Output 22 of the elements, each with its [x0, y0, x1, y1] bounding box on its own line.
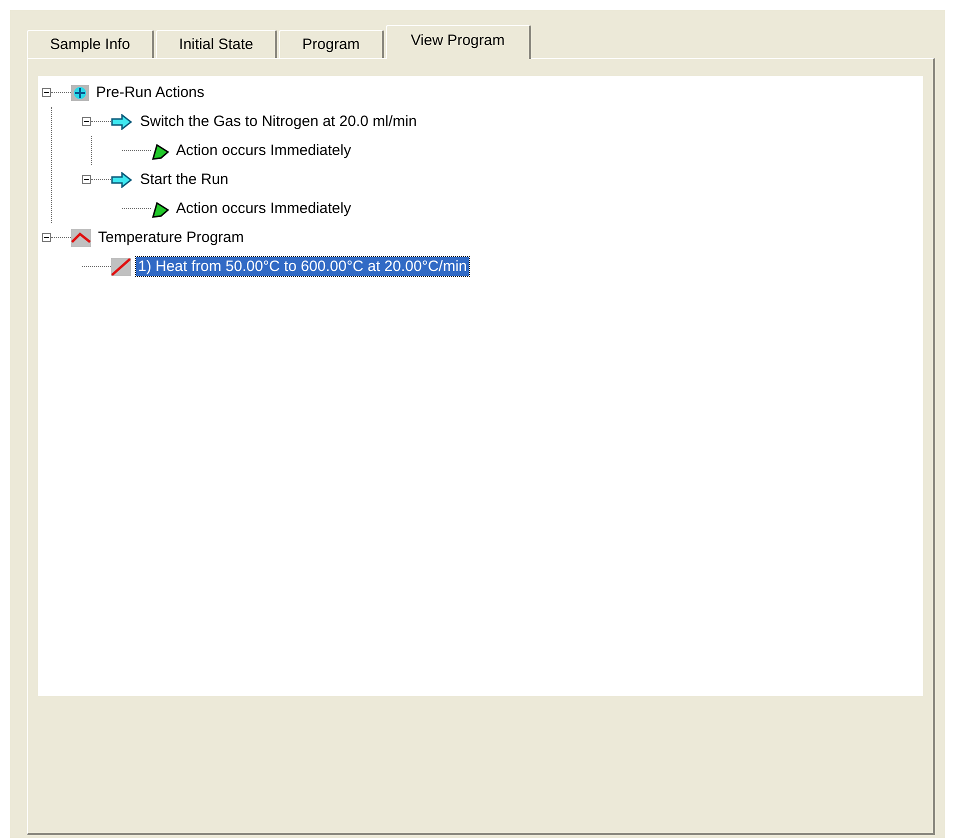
tab[interactable]: View Program: [386, 25, 531, 59]
tab[interactable]: Initial State: [156, 30, 278, 58]
crosshair-icon: [71, 84, 89, 100]
tree-item[interactable]: Temperature Program: [96, 228, 246, 247]
tree-item[interactable]: Switch the Gas to Nitrogen at 20.0 ml/min: [138, 112, 419, 131]
arrow-icon: [111, 172, 133, 188]
ramp-chart-icon: [71, 228, 91, 246]
tree-item[interactable]: Pre-Run Actions: [94, 83, 206, 102]
arrow-icon: [111, 114, 133, 130]
flag-icon: [151, 142, 169, 160]
collapse-icon[interactable]: [82, 117, 91, 126]
tree-item[interactable]: Action occurs Immediately: [174, 141, 354, 160]
ramp-up-icon: [111, 258, 131, 276]
collapse-icon[interactable]: [82, 175, 91, 184]
tab[interactable]: Program: [279, 30, 384, 58]
tab[interactable]: Sample Info: [27, 30, 154, 58]
tree-item[interactable]: Action occurs Immediately: [174, 199, 354, 218]
tree-item[interactable]: 1) Heat from 50.00°C to 600.00°C at 20.00°C/min: [136, 257, 469, 276]
flag-icon: [151, 200, 169, 218]
tree-item[interactable]: Start the Run: [138, 170, 230, 189]
collapse-icon[interactable]: [42, 233, 51, 242]
collapse-icon[interactable]: [42, 88, 51, 97]
